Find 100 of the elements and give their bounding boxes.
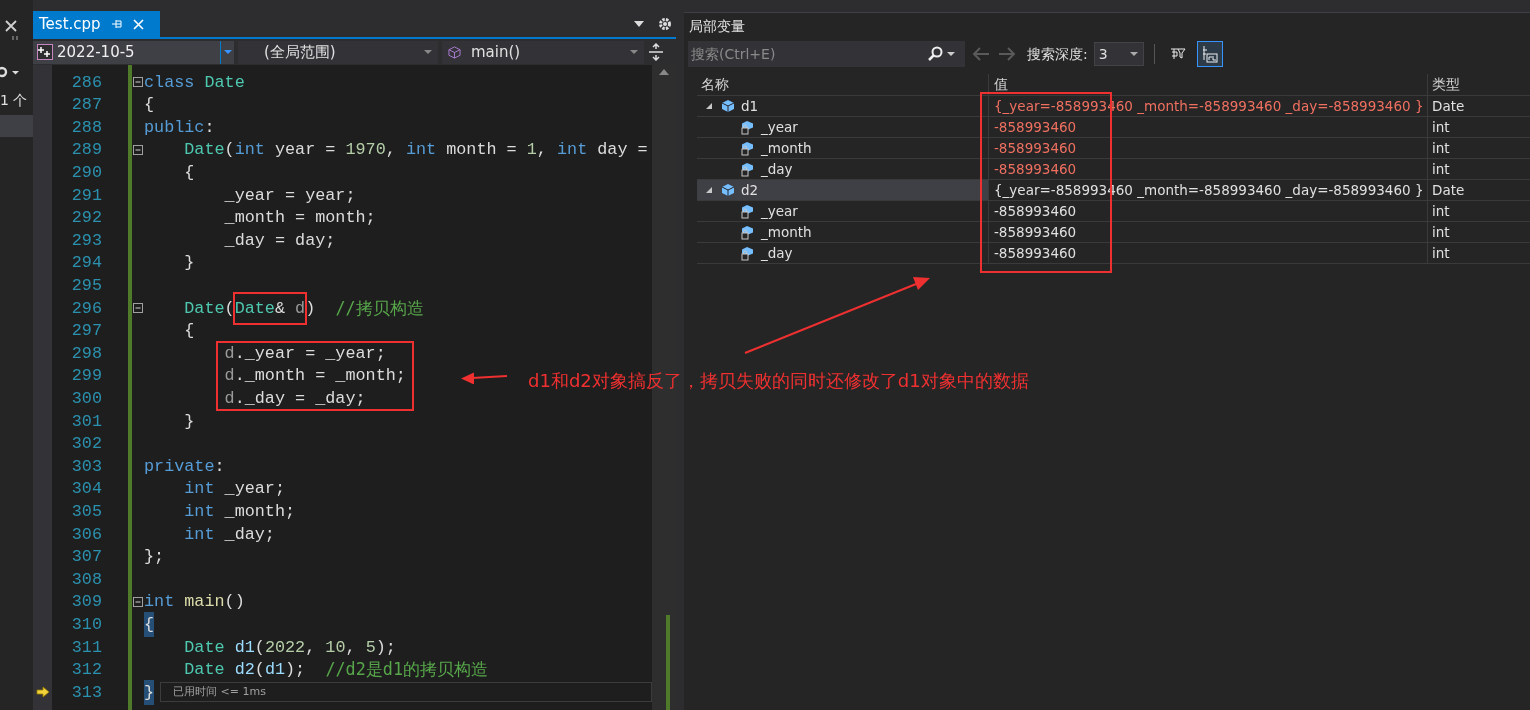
scope-dropdown[interactable]: (全局范围) bbox=[238, 40, 438, 64]
caret-icon bbox=[424, 50, 432, 54]
variable-name-cell[interactable]: d2 bbox=[697, 180, 988, 200]
code-line: Date d2(d1); //d2是d1的拷贝构造 bbox=[183, 658, 488, 682]
line-number: 304 bbox=[70, 478, 102, 501]
variable-value: -858993460 bbox=[994, 117, 1077, 137]
variable-name-cell[interactable]: _day bbox=[697, 159, 988, 179]
code-line: } bbox=[183, 252, 195, 275]
field-lock-icon bbox=[741, 245, 755, 261]
collapse-icon[interactable] bbox=[133, 77, 143, 88]
variable-value: -858993460 bbox=[994, 138, 1077, 158]
line-number: 297 bbox=[70, 320, 102, 343]
close-icon[interactable] bbox=[5, 20, 17, 32]
line-number: 299 bbox=[70, 365, 102, 388]
pin-icon[interactable] bbox=[110, 19, 123, 29]
variable-type: int bbox=[1432, 117, 1450, 137]
line-number: 300 bbox=[70, 388, 102, 410]
search-depth-dropdown[interactable]: 3 bbox=[1093, 42, 1144, 66]
variable-name-cell[interactable]: _month bbox=[697, 138, 988, 158]
line-number: 293 bbox=[70, 229, 102, 252]
expanded-triangle-icon[interactable] bbox=[705, 186, 713, 194]
line-number: 306 bbox=[70, 523, 102, 546]
code-line: { bbox=[144, 94, 155, 117]
file-tab[interactable]: Test.cpp bbox=[33, 11, 160, 37]
code-line: public: bbox=[144, 116, 215, 139]
line-number: 301 bbox=[70, 410, 102, 433]
field-lock-icon bbox=[741, 224, 755, 240]
view-toggle-button[interactable] bbox=[1196, 41, 1223, 67]
count-label: 1 个 bbox=[0, 91, 28, 110]
code-line: int _day; bbox=[183, 523, 275, 546]
line-number: 296 bbox=[70, 297, 102, 320]
variable-value: -858993460 bbox=[994, 243, 1077, 263]
settings-gear-icon[interactable] bbox=[658, 17, 672, 31]
cube-icon bbox=[448, 45, 461, 59]
variable-name-cell[interactable]: _day bbox=[697, 243, 988, 263]
variable-name-cell[interactable]: d1 bbox=[697, 96, 988, 116]
line-number: 309 bbox=[70, 591, 102, 614]
annotation-text: d1和d2对象搞反了，拷贝失败的同时还修改了d1对象中的数据 bbox=[528, 369, 1029, 393]
project-icon bbox=[37, 44, 53, 60]
search-options-button[interactable] bbox=[923, 41, 965, 67]
code-line: _year = year; bbox=[223, 184, 356, 207]
dropdown-caret-icon[interactable] bbox=[634, 21, 644, 27]
search-icon[interactable] bbox=[927, 46, 943, 62]
column-header[interactable]: 名称 bbox=[697, 73, 988, 95]
code-line: _day = day; bbox=[223, 229, 336, 252]
code-line: d._day = _day; bbox=[223, 388, 366, 410]
variable-type: int bbox=[1432, 201, 1450, 221]
field-lock-icon bbox=[741, 140, 755, 156]
scroll-up-arrow-icon[interactable] bbox=[659, 69, 670, 75]
code-line: { bbox=[183, 162, 195, 185]
project-dropdown[interactable]: 2022-10-5 bbox=[33, 40, 220, 64]
elapsed-time-hint: 已用时间 <= 1ms bbox=[173, 684, 266, 701]
object-cube-icon bbox=[721, 183, 735, 197]
line-number: 291 bbox=[70, 184, 102, 207]
caret-icon[interactable] bbox=[947, 52, 955, 56]
variable-name-cell[interactable]: _month bbox=[697, 222, 988, 242]
line-number: 290 bbox=[70, 162, 102, 185]
variable-type: int bbox=[1432, 243, 1450, 263]
panel-title: 局部变量 bbox=[689, 16, 745, 36]
code-line: }; bbox=[144, 546, 165, 569]
line-number: 286 bbox=[70, 71, 102, 94]
collapse-icon[interactable] bbox=[133, 145, 143, 156]
code-line: { bbox=[183, 320, 195, 343]
variable-type: int bbox=[1432, 159, 1450, 179]
variable-value: -858993460 bbox=[994, 159, 1077, 179]
pin-filter-icon bbox=[1169, 46, 1186, 62]
column-header[interactable]: 类型 bbox=[1427, 73, 1530, 95]
variable-name-cell[interactable]: _year bbox=[697, 117, 988, 137]
search-depth-label: 搜索深度: bbox=[1027, 44, 1088, 64]
field-lock-icon bbox=[741, 203, 755, 219]
line-number: 288 bbox=[70, 116, 102, 139]
collapse-icon[interactable] bbox=[133, 596, 143, 607]
column-header[interactable]: 值 bbox=[988, 73, 1427, 95]
line-number: 298 bbox=[70, 342, 102, 365]
code-line: _month = month; bbox=[223, 207, 376, 230]
search-field[interactable]: 搜索(Ctrl+E) bbox=[688, 41, 923, 67]
line-number: 311 bbox=[70, 636, 102, 659]
split-icon[interactable] bbox=[648, 43, 664, 61]
line-number: 312 bbox=[70, 659, 102, 682]
line-number: 302 bbox=[70, 433, 102, 456]
variable-name-cell[interactable]: _year bbox=[697, 201, 988, 221]
member-dropdown[interactable]: main() bbox=[442, 40, 644, 64]
overflow-dots-icon[interactable] bbox=[12, 36, 20, 42]
field-lock-icon bbox=[741, 161, 755, 177]
caret-icon bbox=[630, 50, 638, 54]
line-number: 310 bbox=[70, 613, 102, 636]
code-line: int _month; bbox=[183, 501, 296, 523]
caret-icon bbox=[223, 50, 232, 54]
code-line: } bbox=[183, 410, 195, 433]
dropdown-button[interactable] bbox=[220, 40, 234, 64]
line-number: 295 bbox=[70, 275, 102, 298]
line-number: 292 bbox=[70, 207, 102, 230]
code-line: int main() bbox=[144, 591, 245, 614]
line-number: 308 bbox=[70, 568, 102, 591]
collapse-icon[interactable] bbox=[133, 303, 143, 314]
line-number: 289 bbox=[70, 139, 102, 162]
variable-value: -858993460 bbox=[994, 201, 1077, 221]
expanded-triangle-icon[interactable] bbox=[705, 102, 713, 110]
code-line: Date d1(2022, 10, 5); bbox=[183, 636, 396, 659]
code-line: private: bbox=[144, 455, 225, 478]
